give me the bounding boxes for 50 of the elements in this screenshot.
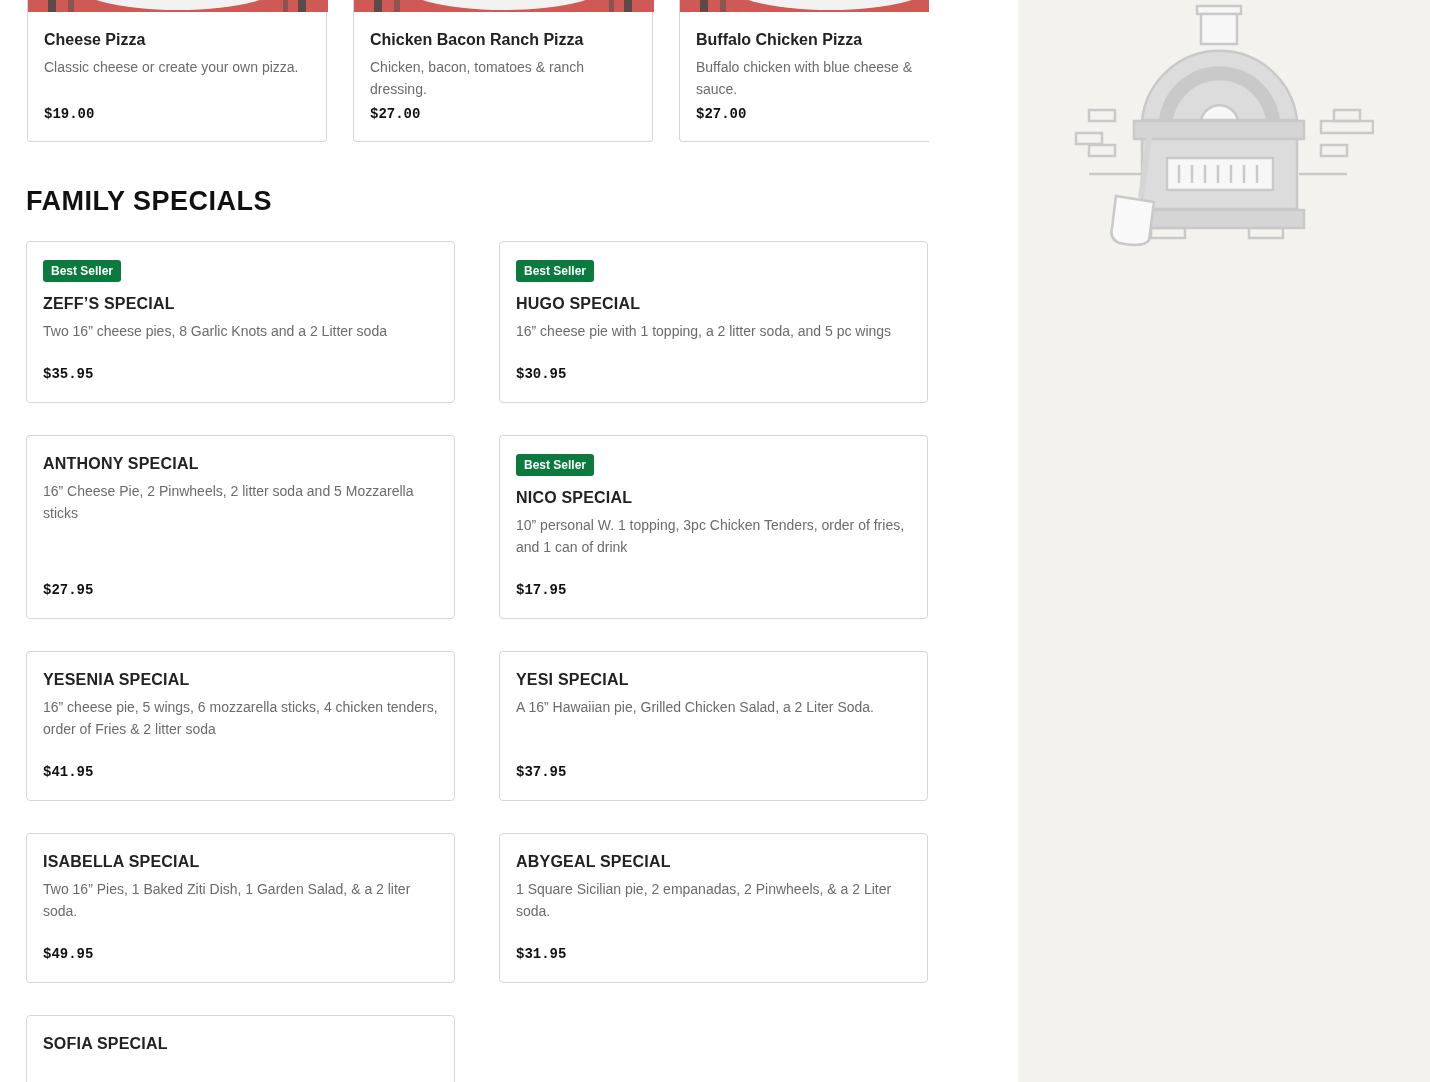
item-price: $37.95 — [516, 763, 568, 780]
item-name: Chicken Bacon Ranch Pizza — [370, 30, 585, 50]
item-name: ANTHONY SPECIAL — [43, 454, 200, 474]
item-description: Two 16” cheese pies, 8 Garlic Knots and a 2 Litter soda — [43, 322, 388, 341]
item-description: Classic cheese or create your own pizza. — [44, 58, 300, 77]
item-price: $27.00 — [696, 106, 748, 122]
item-name: NICO SPECIAL — [516, 488, 634, 508]
menu-item-card[interactable]: Best Seller ZEFF’S SPECIAL Two 16” cheese pies, 8 Garlic Knots and a 2 Litter soda $35.95 — [26, 241, 455, 403]
menu-item-card[interactable]: Cheese Pizza Classic cheese or create your own pizza. $19.00 — [27, 0, 327, 142]
menu-item-card[interactable]: SOFIA SPECIAL — [26, 1015, 455, 1082]
menu-item-card[interactable]: Best Seller NICO SPECIAL 10” personal W. 1 topping, 3pc Chicken Tenders, order of fries, and 1 can of drink $17.95 — [499, 435, 928, 619]
menu-item-card[interactable]: YESI SPECIAL A 16” Hawaiian pie, Grilled Chicken Salad, a 2 Liter Soda. $37.95 — [499, 651, 928, 801]
item-description: 1 Square Sicilian pie, 2 empanadas, 2 Pinwheels, & a 2 Liter soda. — [516, 880, 893, 921]
item-name: Buffalo Chicken Pizza — [696, 30, 864, 50]
item-price: $17.95 — [516, 581, 568, 598]
item-name: HUGO SPECIAL — [516, 294, 642, 314]
item-description: 16” Cheese Pie, 2 Pinwheels, 2 litter soda and 5 Mozzarella sticks — [43, 482, 415, 523]
item-description: 16” cheese pie with 1 topping, a 2 litter soda, and 5 pc wings — [516, 322, 893, 341]
item-name: YESENIA SPECIAL — [43, 670, 191, 690]
menu-item-card[interactable]: Buffalo Chicken Pizza Buffalo chicken with blue cheese & sauce. $27.00 — [679, 0, 929, 142]
item-name: SOFIA SPECIAL — [43, 1034, 169, 1054]
item-name: ABYGEAL SPECIAL — [516, 852, 672, 872]
menu-item-card[interactable]: ISABELLA SPECIAL Two 16” Pies, 1 Baked Ziti Dish, 1 Garden Salad, & a 2 liter soda. $49.95 — [26, 833, 455, 983]
menu-item-card[interactable]: Chicken Bacon Ranch Pizza Chicken, bacon, tomatoes & ranch dressing. $27.00 — [353, 0, 653, 142]
item-description: Buffalo chicken with blue cheese & sauce. — [696, 58, 914, 99]
item-description: 10” personal W. 1 topping, 3pc Chicken Tenders, order of fries, and 1 can of drink — [516, 516, 906, 557]
item-name: YESI SPECIAL — [516, 670, 630, 690]
item-price: $31.95 — [516, 945, 568, 962]
item-name: Cheese Pizza — [44, 30, 147, 50]
item-description: Two 16” Pies, 1 Baked Ziti Dish, 1 Garden Salad, & a 2 liter soda. — [43, 880, 412, 921]
best-seller-badge: Best Seller — [516, 454, 595, 476]
best-seller-badge: Best Seller — [43, 260, 122, 282]
item-price: $35.95 — [43, 365, 95, 382]
item-price: $41.95 — [43, 763, 95, 780]
item-price: $19.00 — [44, 106, 96, 122]
item-description: A 16” Hawaiian pie, Grilled Chicken Salad, a 2 Liter Soda. — [516, 698, 875, 717]
item-price: $27.00 — [370, 106, 422, 122]
item-price: $30.95 — [516, 365, 568, 382]
section-heading: FAMILY SPECIALS — [26, 186, 274, 217]
item-description: Chicken, bacon, tomatoes & ranch dressing. — [370, 58, 585, 99]
best-seller-badge: Best Seller — [516, 260, 595, 282]
menu-item-card[interactable]: Best Seller HUGO SPECIAL 16” cheese pie with 1 topping, a 2 litter soda, and 5 pc wings $30.95 — [499, 241, 928, 403]
item-price: $27.95 — [43, 581, 95, 598]
item-name: ISABELLA SPECIAL — [43, 852, 201, 872]
menu-item-card[interactable]: ABYGEAL SPECIAL 1 Square Sicilian pie, 2 empanadas, 2 Pinwheels, & a 2 Liter soda. $31.95 — [499, 833, 928, 983]
item-name: ZEFF’S SPECIAL — [43, 294, 176, 314]
menu-item-card[interactable]: YESENIA SPECIAL 16” cheese pie, 5 wings, 6 mozzarella sticks, 4 chicken tenders, order of Fries & 2 litter soda $41.95 — [26, 651, 455, 801]
item-price: $49.95 — [43, 945, 95, 962]
menu-item-card[interactable]: ANTHONY SPECIAL 16” Cheese Pie, 2 Pinwheels, 2 litter soda and 5 Mozzarella sticks $27.95 — [26, 435, 455, 619]
item-description: 16” cheese pie, 5 wings, 6 mozzarella sticks, 4 chicken tenders, order of Fries & 2 litter soda — [43, 698, 438, 739]
